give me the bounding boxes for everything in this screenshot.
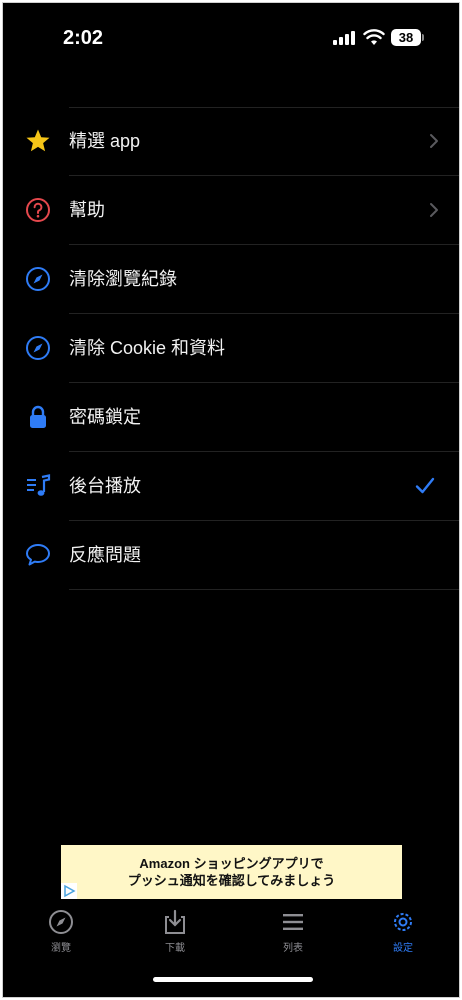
download-icon xyxy=(165,909,185,934)
chevron-right-icon xyxy=(430,203,438,217)
tab-bar: 瀏覽 下載 列表 設定 xyxy=(3,903,459,963)
menu-item-label: 精選 app xyxy=(69,131,141,151)
compass-icon xyxy=(26,267,50,291)
tab-label: 列表 xyxy=(283,943,303,954)
compass-icon xyxy=(26,336,50,360)
wifi-icon xyxy=(363,29,385,45)
menu-item-passcode-lock[interactable]: 密碼鎖定 xyxy=(3,383,459,452)
tab-label: 瀏覽 xyxy=(51,943,71,954)
menu-item-featured-apps[interactable]: 精選 app xyxy=(3,107,459,176)
music-list-icon xyxy=(27,474,51,496)
tab-downloads[interactable]: 下載 xyxy=(135,909,215,954)
ad-banner[interactable]: Amazon ショッピングアプリで プッシュ通知を確認してみましょう xyxy=(61,845,402,899)
cellular-signal-icon xyxy=(333,31,355,45)
lock-icon xyxy=(30,405,46,428)
status-bar: 2:02 38 xyxy=(3,3,459,73)
menu-item-label: 清除 Cookie 和資料 xyxy=(69,338,226,358)
help-circle-icon xyxy=(26,198,50,222)
menu-item-label: 後台播放 xyxy=(69,476,141,496)
menu-item-background-playback[interactable]: 後台播放 xyxy=(3,452,459,521)
ad-text-line: Amazon ショッピングアプリで xyxy=(139,856,324,871)
tab-label: 設定 xyxy=(393,943,413,954)
tab-browse[interactable]: 瀏覽 xyxy=(21,909,101,954)
star-icon xyxy=(26,129,50,152)
battery-nub xyxy=(422,34,424,41)
ad-text-line: プッシュ通知を確認してみましょう xyxy=(127,873,336,888)
compass-icon xyxy=(49,910,73,934)
speech-bubble-icon xyxy=(26,544,50,566)
tab-list[interactable]: 列表 xyxy=(253,909,333,954)
app-screen: 2:02 38 精選 app 幫助 清除瀏覽紀錄 清除 Cookie 和資料 密… xyxy=(2,2,460,998)
tab-label: 下載 xyxy=(165,943,185,954)
menu-item-help[interactable]: 幫助 xyxy=(3,176,459,245)
checkmark-icon xyxy=(415,477,435,494)
ad-choices-icon[interactable] xyxy=(61,883,77,899)
chevron-right-icon xyxy=(430,134,438,148)
menu-item-clear-cookies[interactable]: 清除 Cookie 和資料 xyxy=(3,314,459,383)
menu-item-label: 幫助 xyxy=(69,200,105,220)
gear-icon xyxy=(394,913,412,931)
battery-icon: 38 xyxy=(391,29,421,46)
menu-item-label: 反應問題 xyxy=(69,545,141,565)
settings-list: 精選 app 幫助 清除瀏覽紀錄 清除 Cookie 和資料 密碼鎖定 後台播放… xyxy=(3,107,459,590)
menu-item-label: 清除瀏覽紀錄 xyxy=(69,269,177,289)
home-indicator[interactable] xyxy=(153,977,313,982)
tab-settings[interactable]: 設定 xyxy=(363,909,443,954)
row-divider xyxy=(69,589,459,590)
menu-item-label: 密碼鎖定 xyxy=(69,407,141,427)
status-time: 2:02 xyxy=(63,27,104,49)
menu-item-clear-history[interactable]: 清除瀏覽紀錄 xyxy=(3,245,459,314)
menu-item-feedback[interactable]: 反應問題 xyxy=(3,521,459,590)
list-icon xyxy=(283,914,303,930)
